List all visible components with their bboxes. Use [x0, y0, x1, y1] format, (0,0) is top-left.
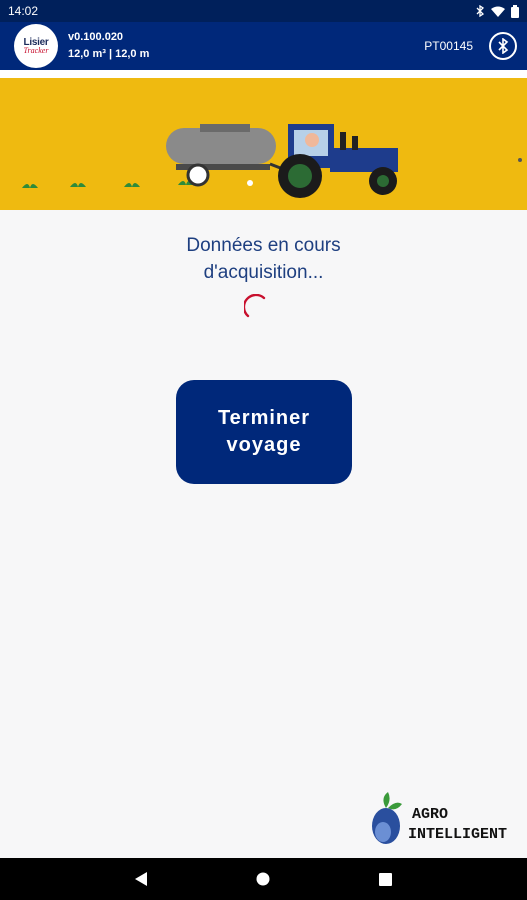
- nav-back-button[interactable]: [126, 864, 156, 894]
- acquisition-message: Données en cours d'acquisition...: [186, 235, 341, 283]
- app-logo: Lisier Tracker: [14, 24, 58, 68]
- loading-spinner-icon: [244, 294, 266, 318]
- brand-line2: INTELLIGENT: [408, 826, 507, 843]
- tractor-illustration: [22, 124, 522, 198]
- app-version: v0.100.020: [68, 31, 124, 43]
- status-bar: 14:02: [0, 0, 527, 22]
- home-icon: [256, 872, 270, 886]
- bluetooth-icon: [476, 5, 485, 17]
- recents-icon: [379, 872, 393, 886]
- back-icon: [135, 872, 148, 886]
- finish-trip-button[interactable]: Terminer voyage: [176, 380, 352, 484]
- main-content: Données en cours d'acquisition... Termin…: [0, 210, 527, 858]
- device-id: PT00145: [424, 39, 473, 53]
- bluetooth-icon: [498, 38, 509, 54]
- wifi-icon: [491, 6, 505, 17]
- brand-line1: AGRO: [412, 806, 448, 823]
- tractor-banner: [0, 78, 527, 210]
- battery-icon: [511, 4, 519, 18]
- bluetooth-button[interactable]: [489, 32, 517, 60]
- tank-capacity: 12,0 m³ | 12,0 m: [68, 48, 150, 60]
- nav-recents-button[interactable]: [371, 864, 401, 894]
- nav-home-button[interactable]: [248, 864, 278, 894]
- system-nav-bar: [0, 858, 527, 900]
- app-header: Lisier Tracker v0.100.020 12,0 m³ | 12,0…: [0, 22, 527, 70]
- status-time: 14:02: [8, 4, 39, 18]
- agro-intelligent-logo: AGRO INTELLIGENT: [372, 792, 507, 844]
